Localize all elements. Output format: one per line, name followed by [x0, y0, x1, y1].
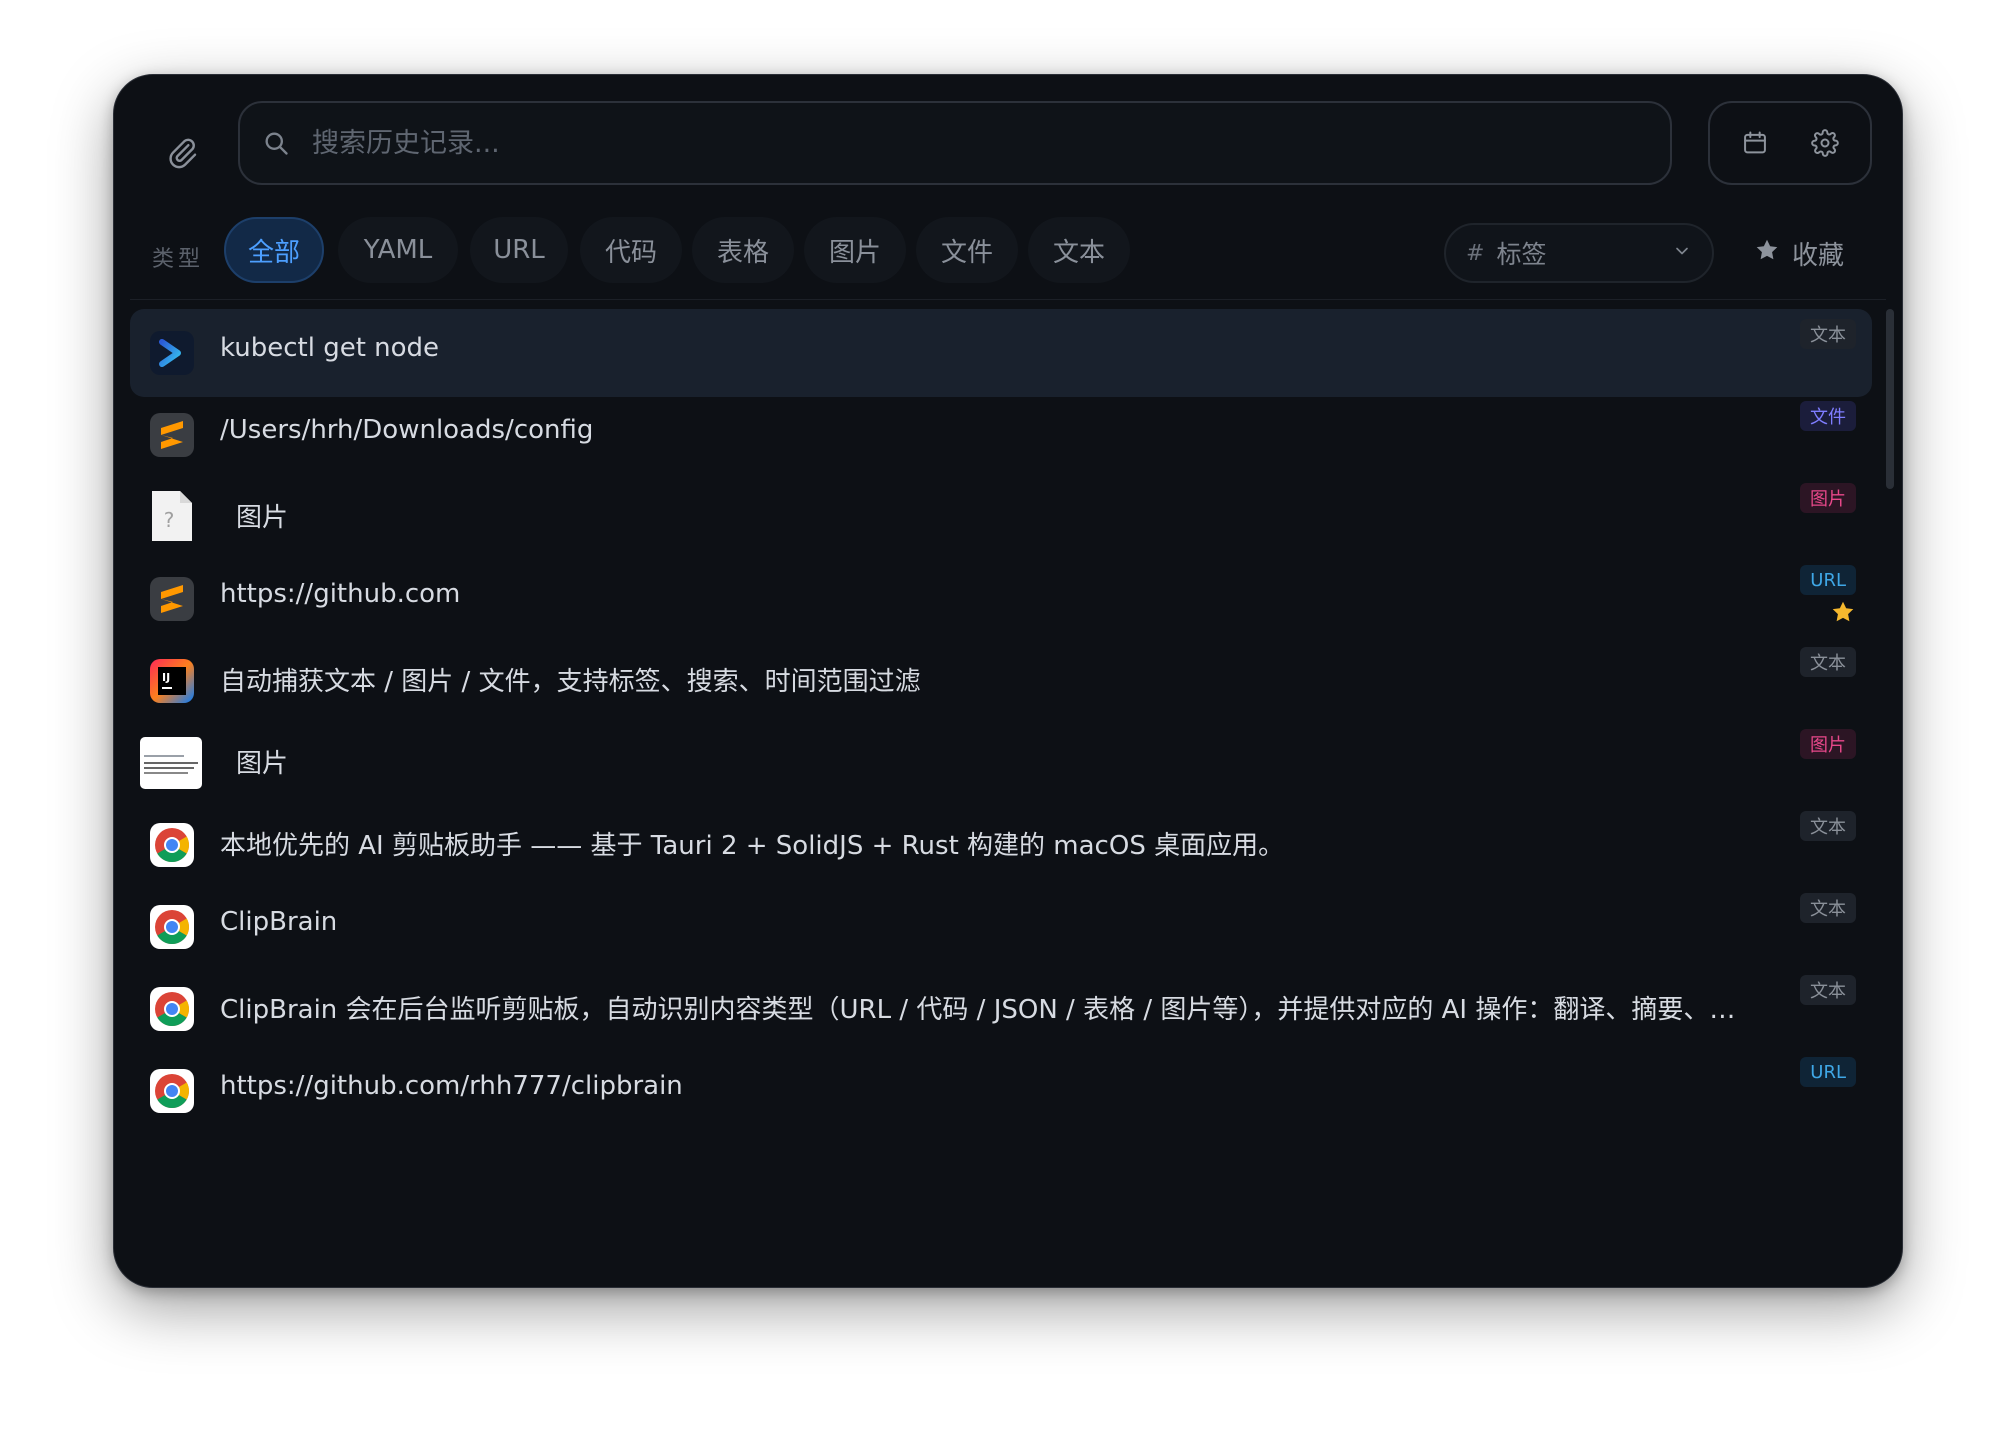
- chrome-app-icon: [150, 905, 194, 949]
- unknown-file-icon: ?: [152, 491, 192, 541]
- history-item[interactable]: kubectl get node 文本: [130, 309, 1872, 397]
- favorites-label: 收藏: [1792, 240, 1845, 271]
- paperclip-icon[interactable]: [152, 123, 212, 183]
- image-thumbnail: [140, 737, 202, 789]
- star-icon: [1754, 237, 1780, 270]
- history-item[interactable]: ? 图片 图片: [130, 473, 1872, 561]
- chip-url[interactable]: URL: [470, 217, 568, 283]
- chrome-app-icon: [150, 1069, 194, 1113]
- history-item[interactable]: https://github.com URL: [130, 555, 1872, 643]
- history-item-text: /Users/hrh/Downloads/config: [220, 415, 594, 445]
- history-item[interactable]: IJ 自动捕获文本 / 图片 / 文件，支持标签、搜索、时间范围过滤 文本: [130, 637, 1872, 725]
- sublime-text-app-icon: [150, 577, 194, 621]
- chip-image[interactable]: 图片: [804, 217, 906, 283]
- type-badge: URL: [1800, 565, 1856, 595]
- chip-text[interactable]: 文本: [1028, 217, 1130, 283]
- history-item-text: https://github.com/rhh777/clipbrain: [220, 1071, 683, 1101]
- history-list: kubectl get node 文本 /Users/hrh/Downloads…: [130, 309, 1872, 1287]
- history-item-text: 自动捕获文本 / 图片 / 文件，支持标签、搜索、时间范围过滤: [220, 667, 921, 697]
- filter-bar: 类型 全部 YAML URL 代码 表格 图片 文件 文本 # 标签 收藏: [114, 207, 1902, 299]
- type-badge: 文本: [1800, 647, 1856, 677]
- svg-text:IJ: IJ: [162, 671, 170, 684]
- calendar-icon[interactable]: [1730, 118, 1780, 168]
- history-item-text: 图片: [236, 503, 289, 533]
- sublime-text-app-icon: [150, 413, 194, 457]
- chip-table[interactable]: 表格: [692, 217, 794, 283]
- history-item-text: 本地优先的 AI 剪贴板助手 —— 基于 Tauri 2 + SolidJS +…: [220, 831, 1285, 861]
- history-item[interactable]: https://github.com/rhh777/clipbrain URL: [130, 1047, 1872, 1135]
- favorite-star-icon[interactable]: [1830, 599, 1856, 629]
- terminal-app-icon: [150, 331, 194, 375]
- type-badge: 文本: [1800, 811, 1856, 841]
- intellij-app-icon: IJ: [150, 659, 194, 703]
- chip-yaml[interactable]: YAML: [338, 217, 458, 283]
- type-badge: 文本: [1800, 893, 1856, 923]
- gear-icon[interactable]: [1800, 118, 1850, 168]
- history-item-text: ClipBrain: [220, 907, 338, 937]
- history-item-text: kubectl get node: [220, 333, 440, 363]
- search-box[interactable]: [238, 101, 1672, 185]
- chip-all[interactable]: 全部: [224, 217, 324, 283]
- tag-select[interactable]: # 标签: [1444, 223, 1714, 283]
- history-item-text: 图片: [236, 749, 289, 779]
- history-item[interactable]: 图片 图片: [130, 719, 1872, 807]
- type-badge: URL: [1800, 1057, 1856, 1087]
- history-item[interactable]: 本地优先的 AI 剪贴板助手 —— 基于 Tauri 2 + SolidJS +…: [130, 801, 1872, 889]
- hash-icon: #: [1466, 240, 1485, 266]
- chip-file[interactable]: 文件: [916, 217, 1018, 283]
- type-badge: 文件: [1800, 401, 1856, 431]
- divider: [130, 299, 1886, 300]
- chevron-down-icon: [1672, 241, 1692, 265]
- clipboard-history-window: 类型 全部 YAML URL 代码 表格 图片 文件 文本 # 标签 收藏: [113, 74, 1903, 1288]
- type-badge: 图片: [1800, 729, 1856, 759]
- type-badge: 文本: [1800, 975, 1856, 1005]
- type-badge: 文本: [1800, 319, 1856, 349]
- history-item[interactable]: ClipBrain 文本: [130, 883, 1872, 971]
- history-item-text: https://github.com: [220, 579, 461, 609]
- chrome-app-icon: [150, 987, 194, 1031]
- history-item-text: ClipBrain 会在后台监听剪贴板，自动识别内容类型（URL / 代码 / …: [220, 995, 1760, 1025]
- history-item[interactable]: /Users/hrh/Downloads/config 文件: [130, 391, 1872, 479]
- history-item[interactable]: ClipBrain 会在后台监听剪贴板，自动识别内容类型（URL / 代码 / …: [130, 965, 1872, 1053]
- chrome-app-icon: [150, 823, 194, 867]
- type-badge: 图片: [1800, 483, 1856, 513]
- favorites-filter-button[interactable]: 收藏: [1754, 223, 1844, 283]
- toolbar-actions: [1708, 101, 1872, 185]
- toolbar: [114, 75, 1902, 217]
- type-filter-label: 类型: [152, 247, 205, 272]
- tag-select-label: 标签: [1496, 240, 1547, 269]
- scrollbar[interactable]: [1886, 309, 1894, 489]
- svg-text:?: ?: [164, 508, 175, 532]
- chip-code[interactable]: 代码: [580, 217, 682, 283]
- search-input[interactable]: [310, 126, 1670, 160]
- search-icon: [258, 125, 294, 161]
